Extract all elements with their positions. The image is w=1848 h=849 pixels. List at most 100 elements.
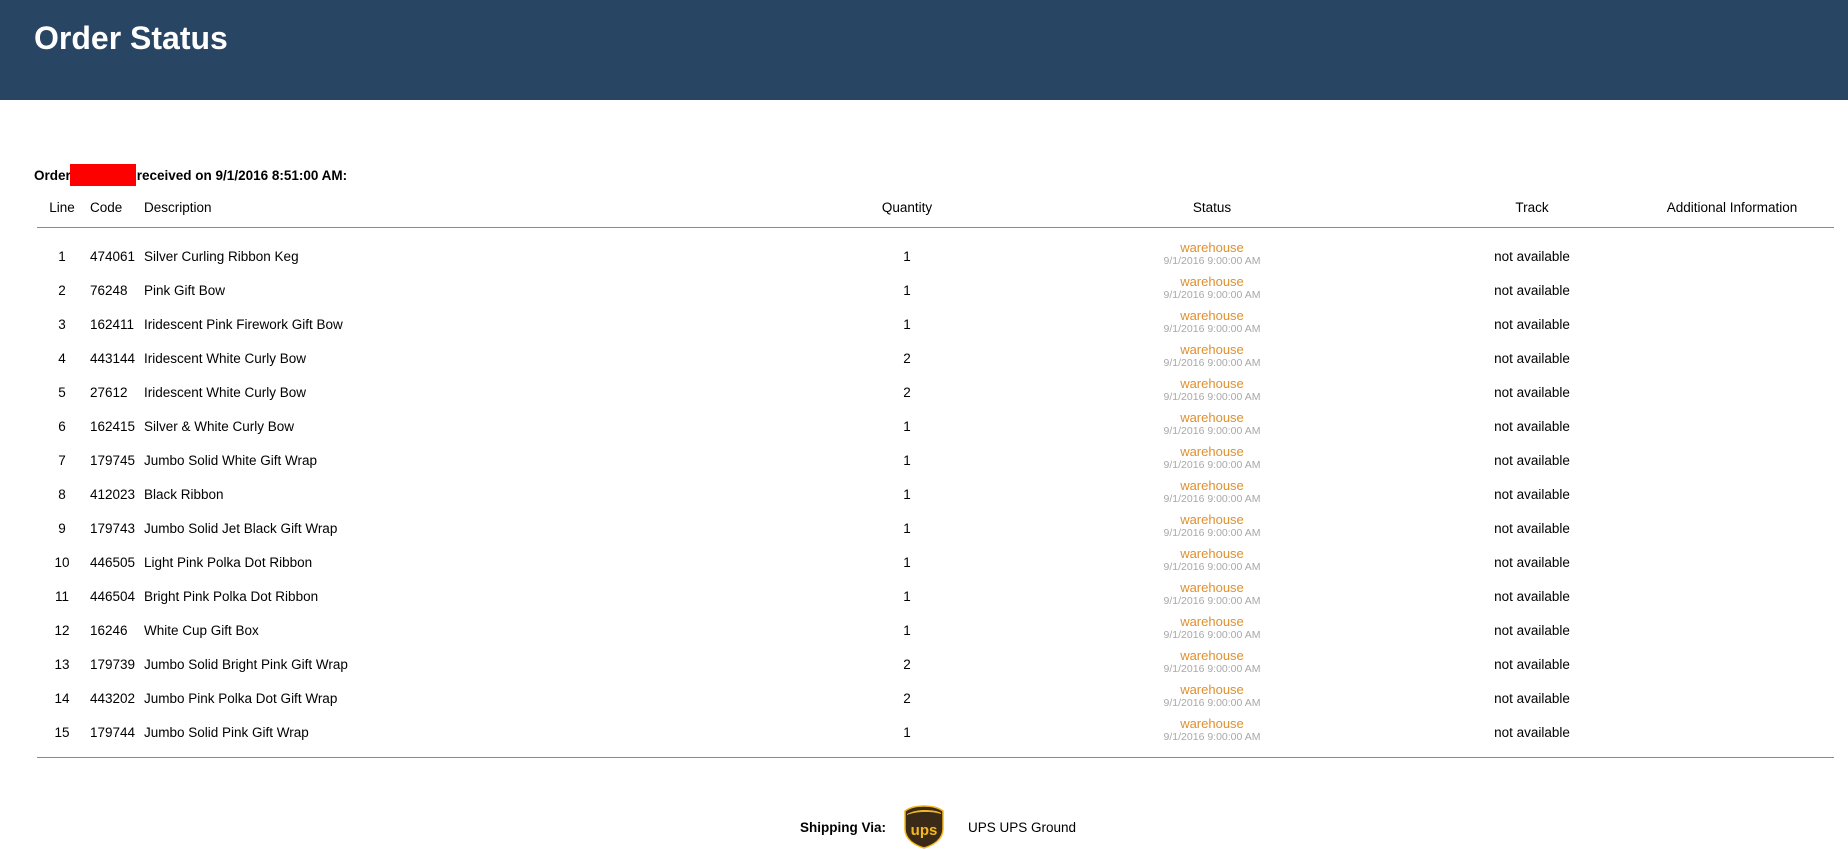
- item-status: warehouse 9/1/2016 9:00:00 AM: [1097, 648, 1327, 676]
- table-body: 1 474061 Silver Curling Ribbon Keg 1 warehou…: [37, 228, 1834, 758]
- item-quantity: 1: [903, 623, 911, 638]
- item-quantity: 1: [903, 249, 911, 264]
- item-status: warehouse 9/1/2016 9:00:00 AM: [1097, 240, 1327, 268]
- status-date: 9/1/2016 9:00:00 AM: [1163, 629, 1261, 641]
- tracking-info: not available: [1494, 249, 1570, 264]
- status-date: 9/1/2016 9:00:00 AM: [1163, 561, 1261, 573]
- order-items-table: Line Code Description Quantity Status Tr…: [37, 193, 1834, 758]
- item-status: warehouse 9/1/2016 9:00:00 AM: [1097, 342, 1327, 370]
- status-date: 9/1/2016 9:00:00 AM: [1163, 289, 1261, 301]
- line-number: 4: [58, 351, 66, 366]
- status-label: warehouse: [1180, 410, 1244, 425]
- item-status: warehouse 9/1/2016 9:00:00 AM: [1097, 376, 1327, 404]
- table-row: 14 443202 Jumbo Pink Polka Dot Gift Wrap 2 w…: [37, 681, 1834, 715]
- status-label: warehouse: [1180, 682, 1244, 697]
- shipping-info: Shipping Via: ups UPS UPS Ground: [800, 805, 1076, 849]
- line-number: 10: [54, 555, 70, 570]
- item-description: Iridescent White Curly Bow: [144, 351, 307, 366]
- item-status: warehouse 9/1/2016 9:00:00 AM: [1097, 716, 1327, 744]
- item-quantity: 1: [903, 521, 911, 536]
- item-status: warehouse 9/1/2016 9:00:00 AM: [1097, 410, 1327, 438]
- item-status: warehouse 9/1/2016 9:00:00 AM: [1097, 444, 1327, 472]
- item-code: 16246: [90, 623, 128, 638]
- status-date: 9/1/2016 9:00:00 AM: [1163, 425, 1261, 437]
- item-status: warehouse 9/1/2016 9:00:00 AM: [1097, 614, 1327, 642]
- status-label: warehouse: [1180, 546, 1244, 561]
- status-date: 9/1/2016 9:00:00 AM: [1163, 391, 1261, 403]
- item-quantity: 2: [903, 351, 911, 366]
- item-quantity: 1: [903, 419, 911, 434]
- order-summary: Order received on 9/1/2016 8:51:00 AM:: [34, 164, 347, 186]
- item-code: 443144: [90, 351, 136, 366]
- item-status: warehouse 9/1/2016 9:00:00 AM: [1097, 308, 1327, 336]
- item-quantity: 1: [903, 555, 911, 570]
- line-number: 13: [54, 657, 70, 672]
- ups-logo-text: ups: [911, 822, 938, 839]
- line-number: 15: [54, 725, 70, 740]
- col-header-line: Line: [49, 200, 75, 215]
- table-row: 4 443144 Iridescent White Curly Bow 2 wareho…: [37, 341, 1834, 375]
- status-label: warehouse: [1180, 648, 1244, 663]
- item-quantity: 1: [903, 283, 911, 298]
- item-description: Jumbo Solid Bright Pink Gift Wrap: [144, 657, 348, 672]
- col-header-additional-info: Additional Information: [1666, 200, 1798, 215]
- item-quantity: 1: [903, 589, 911, 604]
- item-quantity: 1: [903, 317, 911, 332]
- item-quantity: 2: [903, 657, 911, 672]
- tracking-info: not available: [1494, 623, 1570, 638]
- tracking-info: not available: [1494, 351, 1570, 366]
- tracking-info: not available: [1494, 487, 1570, 502]
- line-number: 8: [58, 487, 66, 502]
- status-label: warehouse: [1180, 512, 1244, 527]
- table-row: 9 179743 Jumbo Solid Jet Black Gift Wrap 1 w…: [37, 511, 1834, 545]
- status-date: 9/1/2016 9:00:00 AM: [1163, 731, 1261, 743]
- col-header-code: Code: [90, 200, 123, 215]
- tracking-info: not available: [1494, 283, 1570, 298]
- col-header-track: Track: [1515, 200, 1549, 215]
- item-status: warehouse 9/1/2016 9:00:00 AM: [1097, 580, 1327, 608]
- col-header-description: Description: [144, 200, 212, 215]
- item-code: 27612: [90, 385, 128, 400]
- item-quantity: 2: [903, 385, 911, 400]
- tracking-info: not available: [1494, 691, 1570, 706]
- item-status: warehouse 9/1/2016 9:00:00 AM: [1097, 274, 1327, 302]
- item-quantity: 2: [903, 691, 911, 706]
- tracking-info: not available: [1494, 317, 1570, 332]
- order-prefix: Order: [34, 167, 71, 183]
- table-row: 8 412023 Black Ribbon 1 warehouse 9/1/2016 9:…: [37, 477, 1834, 511]
- status-label: warehouse: [1180, 478, 1244, 493]
- item-description: Black Ribbon: [144, 487, 224, 502]
- status-date: 9/1/2016 9:00:00 AM: [1163, 663, 1261, 675]
- item-description: Jumbo Pink Polka Dot Gift Wrap: [144, 691, 338, 706]
- status-date: 9/1/2016 9:00:00 AM: [1163, 323, 1261, 335]
- table-row: 5 27612 Iridescent White Curly Bow 2 warehou…: [37, 375, 1834, 409]
- item-description: Silver Curling Ribbon Keg: [144, 249, 299, 264]
- table-row: 13 179739 Jumbo Solid Bright Pink Gift Wra…: [37, 647, 1834, 681]
- item-code: 76248: [90, 283, 128, 298]
- col-header-quantity: Quantity: [881, 200, 933, 215]
- tracking-info: not available: [1494, 555, 1570, 570]
- page-title: Order Status: [34, 20, 228, 56]
- line-number: 12: [54, 623, 70, 638]
- item-description: Jumbo Solid Jet Black Gift Wrap: [144, 521, 338, 536]
- status-date: 9/1/2016 9:00:00 AM: [1163, 493, 1261, 505]
- status-date: 9/1/2016 9:00:00 AM: [1163, 697, 1261, 709]
- line-number: 11: [54, 589, 69, 604]
- item-description: Silver & White Curly Bow: [144, 419, 295, 434]
- item-code: 179744: [90, 725, 136, 740]
- item-status: warehouse 9/1/2016 9:00:00 AM: [1097, 512, 1327, 540]
- line-number: 7: [58, 453, 66, 468]
- item-code: 162411: [90, 317, 135, 332]
- tracking-info: not available: [1494, 521, 1570, 536]
- item-description: Pink Gift Bow: [144, 283, 226, 298]
- tracking-info: not available: [1494, 385, 1570, 400]
- item-code: 412023: [90, 487, 136, 502]
- item-code: 443202: [90, 691, 136, 706]
- item-description: White Cup Gift Box: [144, 623, 259, 638]
- shipping-method: UPS UPS Ground: [968, 819, 1077, 835]
- order-received-text: received on 9/1/2016 8:51:00 AM:: [136, 167, 348, 183]
- item-code: 179739: [90, 657, 136, 672]
- line-number: 2: [58, 283, 66, 298]
- item-quantity: 1: [903, 453, 911, 468]
- col-header-status: Status: [1192, 200, 1232, 215]
